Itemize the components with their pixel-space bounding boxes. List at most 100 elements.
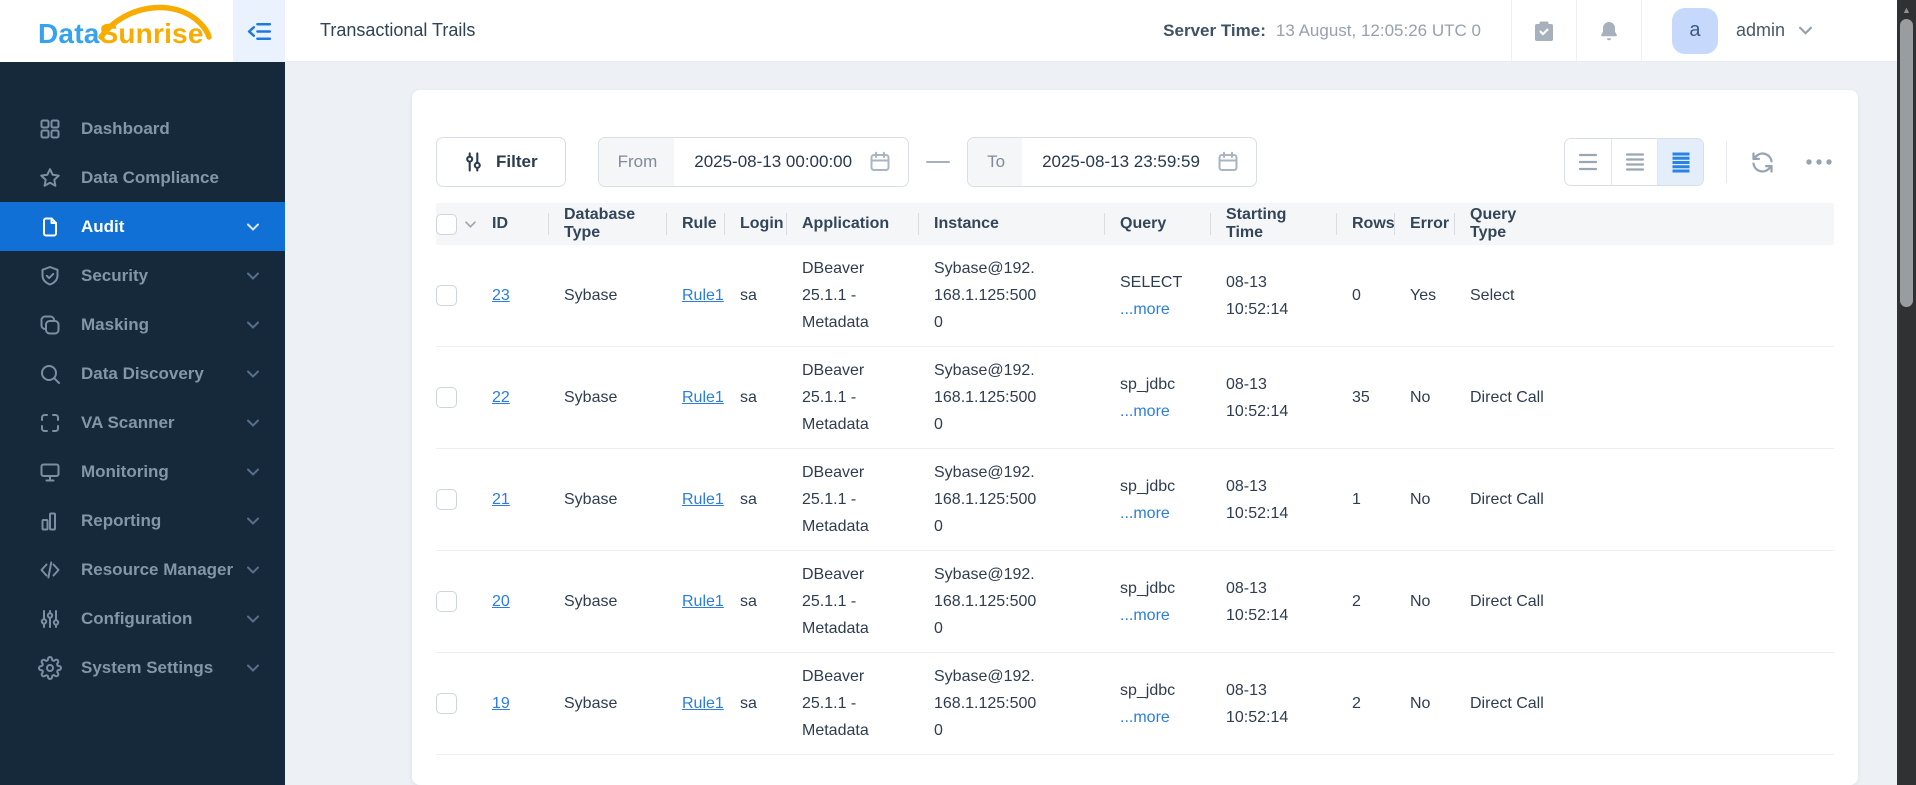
sidebar-item-label: Security [81, 265, 149, 285]
query-more-link[interactable]: ...more [1120, 398, 1200, 425]
calendar-icon[interactable] [868, 150, 892, 174]
rule-link[interactable]: Rule1 [682, 695, 724, 712]
rule-link[interactable]: Rule1 [682, 593, 724, 610]
cell-application: DBeaver 25.1.1 - Metadata [802, 464, 869, 535]
cell-query: sp_jdbc ...more [1104, 677, 1210, 731]
sidebar-item-resource-manager[interactable]: Resource Manager [0, 545, 285, 594]
table-body: 23 Sybase Rule1 sa DBeaver 25.1.1 - Metadata… [436, 245, 1834, 755]
ellipsis-icon [1806, 159, 1832, 165]
query-more-link[interactable]: ...more [1120, 704, 1200, 731]
query-more-link[interactable]: ...more [1120, 296, 1200, 323]
datasunrise-logo: DataSunrise [0, 0, 233, 62]
sidebar-item-reporting[interactable]: Reporting [0, 496, 285, 545]
logo-word-sunrise: Sunrise [99, 18, 204, 49]
select-all-checkbox[interactable] [436, 213, 457, 235]
sidebar-item-va-scanner[interactable]: VA Scanner [0, 398, 285, 447]
sidebar-item-data-discovery[interactable]: Data Discovery [0, 349, 285, 398]
user-menu[interactable]: a admin [1671, 7, 1812, 54]
row-checkbox[interactable] [436, 489, 457, 510]
calendar-icon[interactable] [1216, 150, 1240, 174]
table-row: 22 Sybase Rule1 sa DBeaver 25.1.1 - Metadata… [436, 347, 1834, 449]
vertical-scrollbar[interactable]: ▲ [1897, 0, 1916, 785]
row-checkbox[interactable] [436, 285, 457, 306]
cell-rows: 2 [1352, 593, 1361, 610]
cell-error: Yes [1410, 287, 1437, 304]
view-option-rows-sparse[interactable] [1565, 139, 1611, 185]
tasks-button[interactable] [1512, 0, 1576, 62]
cell-id: 20 [492, 588, 548, 615]
scrollbar-thumb[interactable] [1900, 19, 1913, 307]
id-link[interactable]: 19 [492, 695, 510, 712]
query-more-link[interactable]: ...more [1120, 500, 1200, 527]
scrollbar-up-arrow[interactable]: ▲ [1897, 4, 1916, 16]
to-datetime-field[interactable]: To 2025-08-13 23:59:59 [967, 137, 1257, 187]
cell-rows: 0 [1352, 287, 1361, 304]
view-option-rows-medium[interactable] [1611, 139, 1657, 185]
column-header-label: Instance [934, 215, 999, 232]
cell-starting-time: 08-13 10:52:14 [1226, 477, 1289, 522]
id-link[interactable]: 20 [492, 593, 510, 610]
chevron-down-icon [247, 468, 259, 476]
view-option-rows-dense[interactable] [1657, 139, 1703, 185]
sidebar-item-label: Masking [81, 314, 150, 334]
sidebar-item-audit[interactable]: Audit [0, 202, 285, 251]
row-checkbox[interactable] [436, 591, 457, 612]
notifications-button[interactable] [1577, 0, 1641, 62]
sidebar-item-dashboard[interactable]: Dashboard [0, 104, 285, 153]
row-checkbox[interactable] [436, 693, 457, 714]
refresh-button[interactable] [1749, 149, 1776, 176]
sidebar-item-system-settings[interactable]: System Settings [0, 643, 285, 692]
table-header-row: ID Database Type Rule Login Application Insta… [436, 203, 1834, 245]
rule-link[interactable]: Rule1 [682, 287, 724, 304]
sidebar-item-label: Monitoring [81, 461, 169, 481]
id-link[interactable]: 22 [492, 389, 510, 406]
scanner-icon [38, 411, 62, 435]
sidebar-item-masking[interactable]: Masking [0, 300, 285, 349]
sidebar-item-configuration[interactable]: Configuration [0, 594, 285, 643]
sidebar-item-label: Reporting [81, 510, 162, 530]
cell-id: 19 [492, 690, 548, 717]
chevron-down-icon [1799, 26, 1812, 35]
monitor-icon [38, 460, 62, 484]
gear-icon [38, 655, 62, 680]
more-actions-button[interactable] [1804, 158, 1834, 166]
rule-link[interactable]: Rule1 [682, 389, 724, 406]
audit-trails-card: Filter From 2025-08-13 00:00:00 To 2025-… [412, 90, 1858, 785]
chevron-down-icon [247, 370, 259, 378]
cell-query-type: Direct Call [1470, 695, 1544, 712]
sidebar-item-data-compliance[interactable]: Data Compliance [0, 153, 285, 202]
cell-application: DBeaver 25.1.1 - Metadata [802, 566, 869, 637]
sidebar-item-monitoring[interactable]: Monitoring [0, 447, 285, 496]
sidebar-item-security[interactable]: Security [0, 251, 285, 300]
id-link[interactable]: 23 [492, 287, 510, 304]
filter-button[interactable]: Filter [436, 137, 566, 187]
from-datetime-field[interactable]: From 2025-08-13 00:00:00 [597, 137, 910, 187]
sidebar: DataSunrise Dashboard Data Compliance Audi… [0, 0, 285, 785]
query-more-link[interactable]: ...more [1120, 602, 1200, 629]
chevron-down-icon[interactable] [465, 220, 476, 228]
chevron-down-icon [247, 272, 259, 280]
id-link[interactable]: 21 [492, 491, 510, 508]
cell-login: sa [740, 389, 757, 406]
column-header-label: Application [802, 215, 890, 232]
sidebar-collapse-button[interactable] [233, 0, 285, 62]
cell-login: sa [740, 695, 757, 712]
date-range: From 2025-08-13 00:00:00 To 2025-08-13 2… [597, 137, 1257, 187]
cell-instance: Sybase@192.168.1.125:5000 [934, 566, 1037, 637]
column-header-query: Query [1104, 203, 1210, 245]
cell-starting-time: 08-13 10:52:14 [1226, 273, 1289, 318]
chevron-down-icon [247, 321, 259, 329]
audit-table: ID Database Type Rule Login Application Insta… [436, 203, 1834, 755]
column-header-rule: Rule [666, 203, 724, 245]
rule-link[interactable]: Rule1 [682, 491, 724, 508]
cell-login: sa [740, 593, 757, 610]
logo-word-data: Data [38, 18, 100, 49]
content-area: Filter From 2025-08-13 00:00:00 To 2025-… [285, 62, 1897, 785]
cell-database-type: Sybase [564, 695, 618, 712]
chevron-down-icon [247, 566, 259, 574]
sliders-icon [38, 607, 62, 631]
topbar: Transactional Trails Server Time: 13 Aug… [285, 0, 1897, 62]
column-header-id: ID [492, 203, 548, 245]
row-checkbox[interactable] [436, 387, 457, 408]
app-window: DataSunrise Dashboard Data Compliance Audi… [0, 0, 1916, 785]
